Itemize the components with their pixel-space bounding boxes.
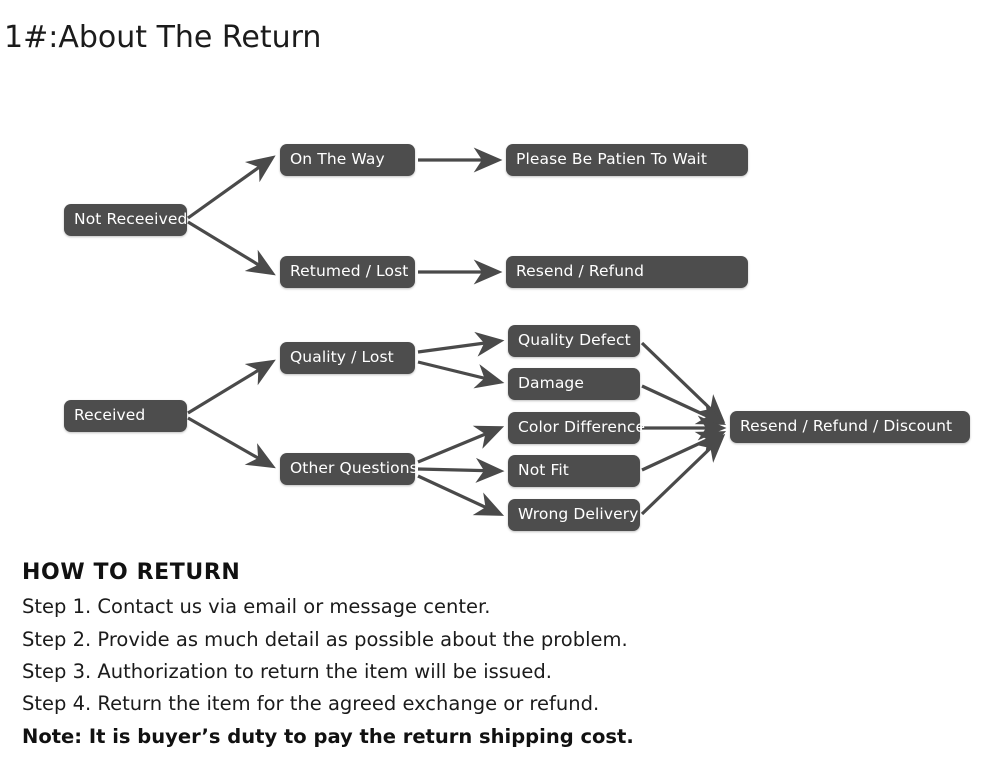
node-label: On The Way: [290, 150, 385, 169]
how-to-return-step: Step 1. Contact us via email or message …: [22, 595, 491, 619]
page-title: 1#:About The Return: [4, 20, 322, 55]
node-damage[interactable]: Damage: [508, 368, 640, 400]
arrow-quality-lost-to-quality-defect: [417, 331, 505, 357]
how-to-return-section: HOW TO RETURN Step 1. Contact us via ema…: [22, 560, 782, 753]
node-received[interactable]: Received: [64, 400, 187, 432]
node-label: Other Questions: [290, 459, 418, 478]
arrow-wrong-delivery-to-final: [640, 433, 726, 516]
arrow-other-questions-to-wrong-delivery: [417, 474, 505, 516]
node-resend-refund[interactable]: Resend / Refund: [506, 256, 748, 288]
arrow-not-received-to-returned-lost: [187, 220, 276, 276]
node-returned-lost[interactable]: Retumed / Lost: [280, 256, 415, 288]
node-label: Wrong Delivery: [518, 505, 639, 524]
arrow-quality-defect-to-final: [640, 341, 726, 424]
how-to-return-step: Step 2. Provide as much detail as possib…: [22, 627, 628, 651]
arrow-not-received-to-on-the-way: [187, 155, 276, 220]
node-label: Not Receeived: [74, 210, 188, 229]
arrow-received-to-quality-lost: [187, 359, 276, 415]
node-on-the-way[interactable]: On The Way: [280, 144, 415, 176]
arrow-not-fit-to-final: [641, 431, 727, 472]
node-label: Resend / Refund / Discount: [740, 417, 953, 436]
node-label: Color Difference: [518, 418, 646, 437]
node-label: Damage: [518, 374, 585, 393]
node-label: Quality / Lost: [290, 348, 394, 367]
node-label: Quality Defect: [518, 331, 631, 350]
node-quality-defect[interactable]: Quality Defect: [508, 325, 640, 357]
node-label: Resend / Refund: [516, 262, 645, 281]
how-to-return-step: Step 4. Return the item for the agreed e…: [22, 692, 600, 716]
node-label: Received: [74, 406, 146, 425]
return-flow-diagram: Not Receeived On The Way Retumed / Lost …: [0, 110, 1000, 550]
how-to-return-step: Step 3. Authorization to return the item…: [22, 660, 552, 684]
node-label: Retumed / Lost: [290, 262, 409, 281]
node-not-received[interactable]: Not Receeived: [64, 204, 187, 236]
arrow-quality-lost-to-damage: [417, 360, 505, 389]
how-to-return-heading: HOW TO RETURN: [22, 560, 241, 585]
node-label: Please Be Patien To Wait: [516, 150, 708, 169]
node-please-be-patient-to-wait[interactable]: Please Be Patien To Wait: [506, 144, 748, 176]
arrow-other-questions-to-color-difference: [417, 425, 505, 464]
node-quality-lost[interactable]: Quality / Lost: [280, 342, 415, 374]
node-resend-refund-discount[interactable]: Resend / Refund / Discount: [730, 411, 970, 443]
arrow-received-to-other-questions: [187, 416, 276, 469]
node-color-difference[interactable]: Color Difference: [508, 412, 645, 444]
node-wrong-delivery[interactable]: Wrong Delivery: [508, 499, 640, 531]
arrow-damage-to-final: [641, 384, 727, 425]
arrow-other-questions-to-not-fit: [417, 457, 505, 483]
flow-arrow-layer: [187, 147, 727, 516]
node-not-fit[interactable]: Not Fit: [508, 455, 640, 487]
how-to-return-note: Note: It is buyer’s duty to pay the retu…: [22, 724, 634, 748]
node-other-questions[interactable]: Other Questions: [280, 453, 418, 485]
node-label: Not Fit: [518, 461, 569, 480]
